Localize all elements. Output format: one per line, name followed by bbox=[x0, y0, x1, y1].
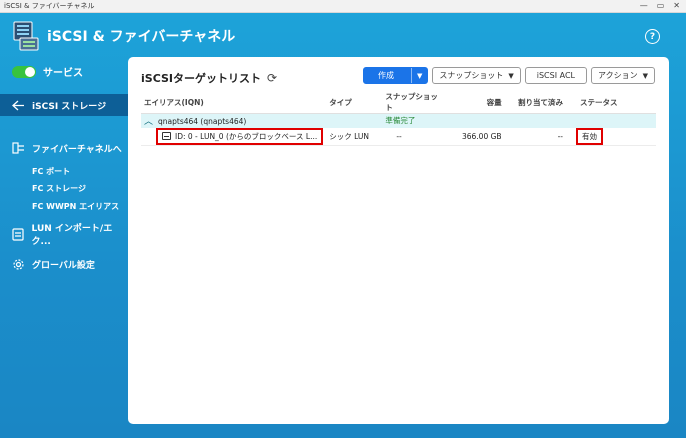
table-header-row: エイリアス(IQN) タイプ スナップショット 容量 割り当て済み ステータス bbox=[141, 91, 656, 114]
iscsi-target-table: エイリアス(IQN) タイプ スナップショット 容量 割り当て済み ステータス … bbox=[141, 91, 656, 146]
sidebar: サービス iSCSI ストレージ ファイバーチャネルへ FC ポート FC スト… bbox=[0, 57, 128, 438]
app-title: iSCSI & ファイバーチャネル bbox=[47, 29, 236, 45]
service-label: サービス bbox=[43, 68, 83, 79]
column-header-alias[interactable]: エイリアス(IQN) bbox=[141, 91, 327, 114]
sidebar-item-lun-import[interactable]: LUN インポート/エク... bbox=[0, 223, 128, 247]
sidebar-subitem-fc-wwpn-alias[interactable]: FC WWPN エイリアス bbox=[32, 201, 119, 212]
target-group-status: 準備完了 bbox=[382, 113, 448, 128]
gear-icon bbox=[12, 258, 25, 271]
create-button-label: 作成 bbox=[377, 71, 394, 80]
lun-allocated: -- bbox=[504, 127, 567, 146]
lun-snapshot: -- bbox=[382, 127, 448, 146]
chevron-down-icon: ▼ bbox=[508, 71, 514, 80]
column-header-status[interactable]: ステータス bbox=[566, 91, 656, 114]
toolbar: 作成 ▼ スナップショット ▼ iSCSI ACL アクション ▼ bbox=[362, 67, 655, 84]
page-title: iSCSIターゲットリスト bbox=[141, 72, 261, 85]
lun-status-cell: 有効 bbox=[566, 127, 656, 146]
chevron-up-icon[interactable]: ︿ bbox=[144, 117, 153, 127]
minimize-button[interactable]: — bbox=[640, 2, 648, 10]
sidebar-item-iscsi-storage[interactable]: iSCSI ストレージ bbox=[0, 94, 128, 116]
sidebar-item-global-settings[interactable]: グローバル設定 bbox=[0, 253, 128, 275]
service-toggle-row[interactable]: サービス bbox=[12, 64, 83, 79]
page-title-row: iSCSIターゲットリスト ⟳ bbox=[141, 70, 277, 86]
main-panel: iSCSIターゲットリスト ⟳ 作成 ▼ スナップショット ▼ iSCSI AC… bbox=[128, 57, 669, 424]
iscsi-acl-label: iSCSI ACL bbox=[536, 71, 575, 80]
refresh-icon[interactable]: ⟳ bbox=[267, 71, 277, 85]
close-button[interactable]: ✕ bbox=[673, 2, 680, 10]
sidebar-subitem-fc-storage[interactable]: FC ストレージ bbox=[32, 183, 86, 194]
window-titlebar: iSCSI & ファイバーチャネル — ▭ ✕ bbox=[0, 0, 686, 13]
window-controls: — ▭ ✕ bbox=[640, 2, 680, 10]
app-logo-icon bbox=[13, 21, 39, 51]
table-row[interactable]: ID: 0 - LUN_0 (からのブロックベース L... シック LUN -… bbox=[141, 127, 656, 146]
app-window: iSCSI & ファイバーチャネル ? サービス iSCSI ストレージ ファイ… bbox=[0, 13, 686, 438]
snapshot-dropdown[interactable]: スナップショット ▼ bbox=[432, 67, 521, 84]
action-dropdown[interactable]: アクション ▼ bbox=[591, 67, 655, 84]
status-badge: 有効 bbox=[576, 127, 604, 145]
sidebar-subitem-fc-port[interactable]: FC ポート bbox=[32, 166, 70, 177]
help-icon[interactable]: ? bbox=[645, 29, 660, 44]
lun-type: シック LUN bbox=[326, 127, 383, 146]
chevron-down-icon[interactable]: ▼ bbox=[410, 68, 427, 83]
lun-alias-highlight: ID: 0 - LUN_0 (からのブロックベース L... bbox=[156, 127, 324, 145]
create-button[interactable]: 作成 ▼ bbox=[362, 67, 429, 84]
sidebar-item-label: LUN インポート/エク... bbox=[31, 224, 113, 247]
lun-capacity: 366.00 GB bbox=[447, 127, 505, 146]
column-header-type[interactable]: タイプ bbox=[326, 91, 383, 114]
sidebar-item-label: ファイバーチャネルへ bbox=[32, 144, 122, 155]
iscsi-storage-icon bbox=[12, 99, 25, 112]
chevron-down-icon: ▼ bbox=[642, 71, 648, 80]
target-group-cell: ︿ qnapts464 (qnapts464) bbox=[141, 113, 327, 128]
app-header: iSCSI & ファイバーチャネル ? bbox=[0, 13, 686, 57]
target-group-row[interactable]: ︿ qnapts464 (qnapts464) 準備完了 bbox=[141, 113, 656, 128]
window-title: iSCSI & ファイバーチャネル bbox=[4, 2, 95, 10]
sidebar-item-label: iSCSI ストレージ bbox=[32, 101, 107, 112]
lun-import-icon bbox=[12, 227, 25, 241]
lun-icon bbox=[162, 132, 171, 140]
snapshot-dropdown-label: スナップショット bbox=[439, 71, 504, 80]
action-dropdown-label: アクション bbox=[598, 71, 638, 80]
lun-alias: ID: 0 - LUN_0 (からのブロックベース L... bbox=[175, 131, 318, 141]
sidebar-item-fibre-channel[interactable]: ファイバーチャネルへ bbox=[0, 137, 128, 159]
lun-alias-cell: ID: 0 - LUN_0 (からのブロックベース L... bbox=[141, 127, 327, 146]
column-header-snapshot[interactable]: スナップショット bbox=[382, 91, 448, 114]
iscsi-acl-button[interactable]: iSCSI ACL bbox=[524, 67, 587, 84]
sidebar-item-label: グローバル設定 bbox=[32, 260, 95, 271]
target-group-name: qnapts464 (qnapts464) bbox=[158, 117, 247, 127]
column-header-allocated[interactable]: 割り当て済み bbox=[504, 91, 567, 114]
fibre-channel-icon bbox=[12, 142, 25, 155]
maximize-button[interactable]: ▭ bbox=[657, 2, 665, 10]
column-header-capacity[interactable]: 容量 bbox=[447, 91, 505, 114]
service-toggle[interactable] bbox=[12, 65, 36, 78]
